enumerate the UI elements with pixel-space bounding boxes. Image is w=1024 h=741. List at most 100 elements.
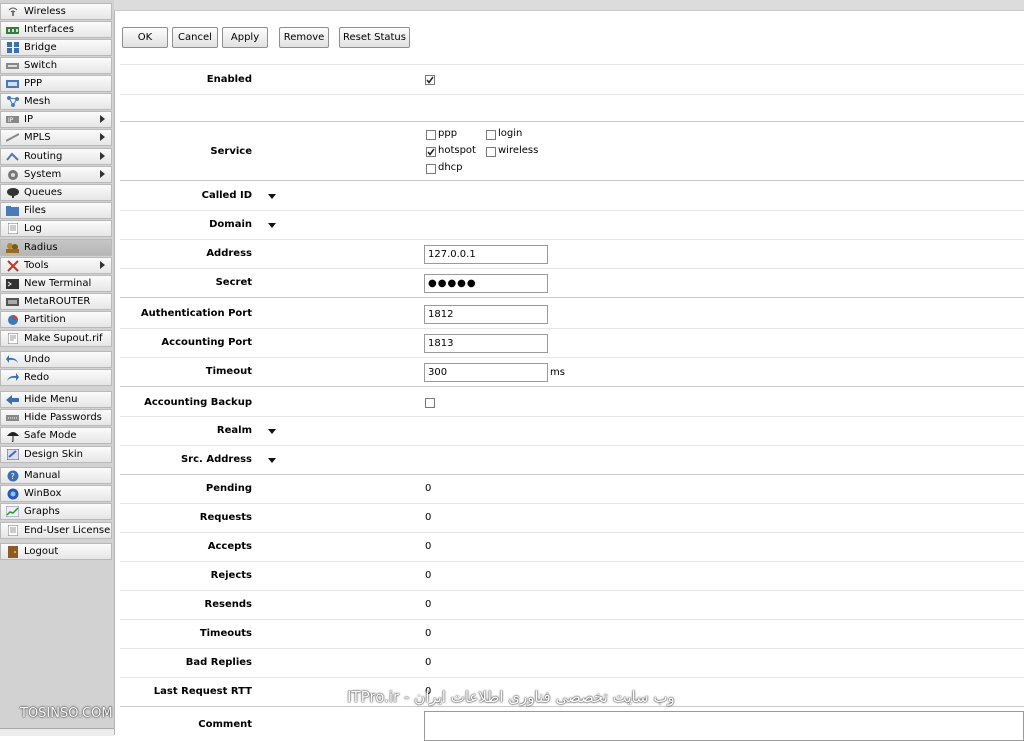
accepts-label: Accepts bbox=[207, 541, 252, 552]
row-separator bbox=[120, 561, 1024, 562]
sidebar-item-label: Queues bbox=[24, 187, 63, 198]
service-hotspot-checkbox[interactable] bbox=[426, 147, 436, 157]
accounting-port-input[interactable] bbox=[424, 334, 548, 353]
src-address-expand-icon[interactable] bbox=[268, 458, 276, 463]
service-ppp-checkbox[interactable] bbox=[426, 130, 436, 140]
row-separator bbox=[120, 619, 1024, 620]
row-separator bbox=[120, 416, 1024, 417]
radius-icon bbox=[6, 242, 19, 253]
sidebar-item-label: WinBox bbox=[24, 488, 62, 499]
sidebar-item-mpls[interactable]: MPLS bbox=[0, 129, 112, 146]
sidebar-item-tools[interactable]: Tools bbox=[0, 257, 112, 274]
sidebar-item-interfaces[interactable]: Interfaces bbox=[0, 21, 112, 38]
row-separator bbox=[120, 532, 1024, 533]
sidebar-item-manual[interactable]: ? Manual bbox=[0, 467, 112, 484]
sidebar-item-redo[interactable]: Redo bbox=[0, 369, 112, 386]
sidebar-item-end-user-license[interactable]: End-User License bbox=[0, 522, 112, 539]
manual-icon: ? bbox=[6, 470, 19, 481]
sidebar-item-undo[interactable]: Undo bbox=[0, 351, 112, 368]
reset-status-button[interactable]: Reset Status bbox=[339, 27, 410, 48]
called-id-expand-icon[interactable] bbox=[268, 194, 276, 199]
sidebar-item-files[interactable]: Files bbox=[0, 202, 112, 219]
pending-label: Pending bbox=[205, 483, 252, 494]
requests-label: Requests bbox=[199, 512, 252, 523]
timeout-input[interactable] bbox=[424, 363, 548, 382]
address-input[interactable] bbox=[424, 245, 548, 264]
row-separator bbox=[120, 268, 1024, 269]
sidebar-item-label: Log bbox=[24, 223, 42, 234]
authentication-port-input[interactable] bbox=[424, 305, 548, 324]
submenu-arrow-icon bbox=[100, 133, 105, 141]
sidebar-item-metarouter[interactable]: MetaROUTER bbox=[0, 293, 112, 310]
undo-icon bbox=[6, 354, 19, 365]
sidebar-item-label: MetaROUTER bbox=[24, 296, 91, 307]
sidebar-item-label: Radius bbox=[24, 242, 58, 253]
remove-button[interactable]: Remove bbox=[279, 27, 329, 48]
sidebar-item-radius[interactable]: Radius bbox=[0, 239, 112, 256]
top-bar bbox=[114, 0, 1024, 11]
sidebar-item-hide-passwords[interactable]: Hide Passwords bbox=[0, 409, 112, 426]
sidebar-item-label: Bridge bbox=[24, 42, 57, 53]
sidebar-item-label: Interfaces bbox=[24, 24, 74, 35]
enabled-label: Enabled bbox=[206, 74, 252, 85]
terminal-icon bbox=[6, 278, 19, 289]
sidebar-item-partition[interactable]: Partition bbox=[0, 311, 112, 328]
sidebar-item-winbox[interactable]: WinBox bbox=[0, 485, 112, 502]
sidebar-item-logout[interactable]: Logout bbox=[0, 543, 112, 560]
ok-button[interactable]: OK bbox=[122, 27, 168, 48]
row-separator bbox=[120, 64, 1024, 65]
sidebar-item-design-skin[interactable]: Design Skin bbox=[0, 446, 112, 463]
wireless-icon bbox=[6, 6, 19, 17]
accounting-port-label: Accounting Port bbox=[161, 337, 252, 348]
sidebar-item-new-terminal[interactable]: New Terminal bbox=[0, 275, 112, 292]
hide-passwords-icon bbox=[6, 412, 19, 423]
sidebar-item-hide-menu[interactable]: Hide Menu bbox=[0, 391, 112, 408]
sidebar-menu: Wireless Interfaces Bridge Switch PPP Mesh IP I… bbox=[0, 0, 115, 736]
domain-expand-icon[interactable] bbox=[268, 223, 276, 228]
accounting-backup-checkbox[interactable] bbox=[425, 398, 435, 408]
system-gear-icon bbox=[6, 169, 19, 180]
redo-icon bbox=[6, 372, 19, 383]
row-separator bbox=[120, 648, 1024, 649]
src-address-label: Src. Address bbox=[180, 454, 252, 465]
cancel-button[interactable]: Cancel bbox=[172, 27, 218, 48]
sidebar-item-switch[interactable]: Switch bbox=[0, 57, 112, 74]
mesh-icon bbox=[6, 96, 19, 107]
sidebar-item-label: Undo bbox=[24, 354, 51, 365]
sidebar-item-queues[interactable]: Queues bbox=[0, 184, 112, 201]
enabled-checkbox[interactable] bbox=[425, 75, 435, 85]
sidebar-item-routing[interactable]: Routing bbox=[0, 148, 112, 165]
graphs-icon bbox=[6, 506, 19, 517]
realm-expand-icon[interactable] bbox=[268, 429, 276, 434]
sidebar-item-ip[interactable]: IP IP bbox=[0, 111, 112, 128]
sidebar-item-label: End-User License bbox=[24, 525, 111, 536]
sidebar-item-mesh[interactable]: Mesh bbox=[0, 93, 112, 110]
secret-label: Secret bbox=[215, 277, 252, 288]
comment-textarea[interactable] bbox=[424, 711, 1024, 741]
safe-mode-icon bbox=[6, 430, 19, 442]
sidebar-item-wireless[interactable]: Wireless bbox=[0, 3, 112, 20]
service-wireless-label: wireless bbox=[498, 145, 539, 156]
sidebar-item-log[interactable]: Log bbox=[0, 220, 112, 237]
service-wireless-checkbox[interactable] bbox=[486, 147, 496, 157]
sidebar-item-label: Safe Mode bbox=[24, 430, 77, 441]
sidebar-item-bridge[interactable]: Bridge bbox=[0, 39, 112, 56]
service-login-checkbox[interactable] bbox=[486, 130, 496, 140]
interfaces-icon bbox=[6, 24, 19, 35]
mpls-icon bbox=[6, 132, 19, 143]
service-dhcp-label: dhcp bbox=[438, 162, 463, 173]
apply-button[interactable]: Apply bbox=[222, 27, 268, 48]
sidebar-item-graphs[interactable]: Graphs bbox=[0, 503, 112, 520]
ppp-icon bbox=[6, 78, 19, 89]
sidebar-item-system[interactable]: System bbox=[0, 166, 112, 183]
row-separator bbox=[120, 210, 1024, 211]
sidebar-item-ppp[interactable]: PPP bbox=[0, 75, 112, 92]
comment-label: Comment bbox=[198, 719, 252, 730]
service-dhcp-checkbox[interactable] bbox=[426, 164, 436, 174]
sidebar-item-make-supout-rif[interactable]: Make Supout.rif bbox=[0, 330, 112, 347]
sidebar-item-safe-mode[interactable]: Safe Mode bbox=[0, 427, 112, 444]
sidebar-item-label: Manual bbox=[24, 470, 61, 481]
sidebar-item-label: IP bbox=[24, 114, 33, 125]
secret-input[interactable] bbox=[424, 274, 548, 293]
watermark-itpro: ITPro.ir - وب سایت تخصصی فناوری اطلاعات … bbox=[347, 688, 675, 706]
